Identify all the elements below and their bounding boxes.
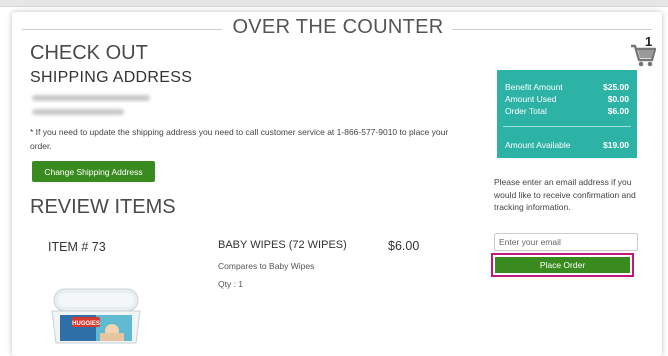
address-line-redacted <box>32 109 124 115</box>
benefit-label: Benefit Amount <box>505 82 563 92</box>
top-bar <box>0 0 668 7</box>
amount-used-row: Amount Used $0.00 <box>505 94 629 104</box>
benefit-value: $25.00 <box>603 82 629 92</box>
place-order-button[interactable]: Place Order <box>495 257 630 273</box>
section-title: OVER THE COUNTER <box>232 16 444 38</box>
shipping-heading: SHIPPING ADDRESS <box>30 69 193 86</box>
amount-available-label: Amount Available <box>505 140 571 150</box>
header-divider-left <box>22 29 222 30</box>
amount-available-value: $19.00 <box>603 140 629 150</box>
product-quantity: Qty : 1 <box>218 279 244 289</box>
place-order-highlight: Place Order <box>491 253 634 277</box>
order-total-value: $6.00 <box>607 106 629 116</box>
product-name: BABY WIPES (72 WIPES) <box>218 239 347 251</box>
product-price: $6.00 <box>388 239 420 253</box>
brand-logo-text: HUGGIES <box>72 321 100 327</box>
order-total-label: Order Total <box>505 106 547 116</box>
amount-used-label: Amount Used <box>505 94 557 104</box>
address-line-redacted <box>32 95 150 101</box>
amount-available-row: Amount Available $19.00 <box>505 140 629 150</box>
benefit-row: Benefit Amount $25.00 <box>505 82 629 92</box>
checkout-heading: CHECK OUT <box>30 42 148 64</box>
review-items-heading: REVIEW ITEMS <box>30 196 176 218</box>
change-shipping-address-button[interactable]: Change Shipping Address <box>32 161 155 182</box>
item-number: ITEM # 73 <box>48 240 106 254</box>
product-image: HUGGIES <box>51 288 141 344</box>
address-note: * If you need to update the shipping add… <box>30 127 449 151</box>
order-total-row: Order Total $6.00 <box>505 106 629 116</box>
email-input[interactable] <box>494 233 638 251</box>
summary-divider <box>503 126 631 127</box>
product-compare: Compares to Baby Wipes <box>218 261 315 271</box>
email-message: Please enter an email address if you wou… <box>494 177 636 212</box>
cart-count: 1 <box>645 34 653 49</box>
amount-used-value: $0.00 <box>607 94 629 104</box>
benefit-summary: Benefit Amount $25.00 Amount Used $0.00 … <box>497 70 637 158</box>
header-divider-right <box>452 29 652 30</box>
